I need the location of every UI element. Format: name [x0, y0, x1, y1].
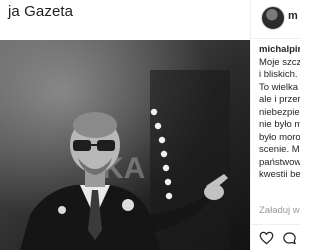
post-sidebar: m michalpira Moje szcz i bliskich. To wi…: [250, 0, 300, 250]
caption-line: To wielka: [259, 81, 299, 93]
header-username[interactable]: m: [288, 10, 298, 22]
caption-line: kwestii be: [259, 169, 300, 180]
caption-line: ale i przer: [259, 94, 300, 105]
headline-text: ja Gazeta: [8, 3, 74, 20]
photo-image: KA: [0, 40, 250, 250]
caption-username[interactable]: michalpira: [259, 44, 300, 57]
article-headline: ja Gazeta: [0, 0, 250, 40]
caption-line: niebezpie: [259, 106, 300, 118]
caption-line: i bliskich.: [259, 69, 298, 80]
caption: michalpira Moje szcz i bliskich. To wiel…: [259, 44, 300, 182]
heart-icon[interactable]: [259, 231, 274, 245]
divider: [251, 38, 300, 39]
avatar[interactable]: [261, 6, 285, 30]
caption-line: państwow: [259, 156, 300, 168]
caption-line: scenie. Mo: [259, 144, 300, 155]
load-more-comments[interactable]: Załaduj we: [259, 205, 300, 216]
comment-icon[interactable]: [282, 231, 297, 245]
post-photo[interactable]: KA: [0, 40, 250, 250]
caption-line: nie było m: [259, 119, 300, 130]
post-actions: [251, 224, 300, 250]
caption-line: było moro: [259, 131, 300, 143]
caption-line: Moje szcz: [259, 56, 300, 68]
